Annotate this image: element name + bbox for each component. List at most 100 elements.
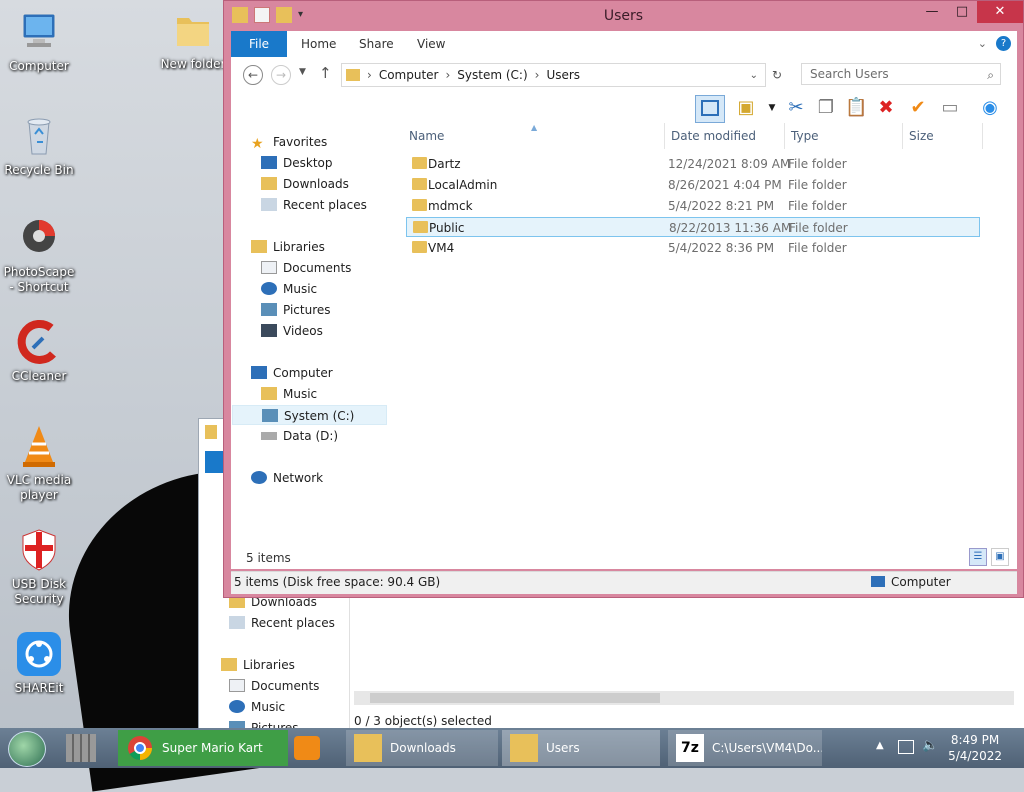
help-icon[interactable]: ? [996, 36, 1011, 51]
file-row-selected[interactable]: Public 8/22/2013 11:36 AM File folder [406, 217, 980, 237]
rename-icon[interactable]: ▭ [939, 97, 961, 119]
nav-label: Downloads [283, 177, 349, 191]
breadcrumb[interactable]: › Computer › System (C:) › Users ⌄ [341, 63, 766, 87]
column-header-type[interactable]: Type [785, 123, 903, 149]
desktop-icon-new-folder[interactable]: New folder [154, 6, 232, 72]
recent-places-icon [261, 198, 277, 211]
show-hidden-icons-icon[interactable]: ▲ [876, 740, 884, 751]
desktop-icon-computer[interactable]: Computer [0, 8, 78, 74]
minimize-button[interactable]: — [917, 1, 947, 23]
breadcrumb-separator[interactable]: › [445, 68, 450, 82]
documents-icon [261, 261, 277, 274]
taskbar-item-chrome[interactable]: Super Mario Kart [118, 730, 288, 766]
volume-muted-icon[interactable]: 🔈 [922, 738, 938, 753]
dropdown-icon[interactable]: ▼ [761, 97, 783, 119]
expand-ribbon-icon[interactable]: ⌄ [978, 37, 987, 50]
details-view-icon[interactable]: ☰ [969, 548, 987, 566]
nav-item-desktop[interactable]: Desktop [261, 153, 333, 173]
media-player-icon[interactable] [294, 736, 320, 760]
file-row[interactable]: VM4 5/4/2022 8:36 PM File folder [406, 238, 980, 258]
system-clock[interactable]: 8:49 PM 5/4/2022 [948, 732, 1002, 764]
desktop-icon-photoscape[interactable]: PhotoScape - Shortcut [0, 214, 78, 295]
tab-file[interactable]: File [231, 31, 287, 57]
taskbar-item-users[interactable]: Users [502, 730, 660, 766]
file-type: File folder [788, 157, 847, 171]
folder-icon [510, 734, 538, 762]
nav-item-libraries[interactable]: Libraries [221, 658, 295, 672]
tab-view[interactable]: View [417, 31, 445, 57]
nav-item-music-computer[interactable]: Music [261, 384, 317, 404]
taskbar-item-downloads[interactable]: Downloads [346, 730, 498, 766]
nav-item-pictures[interactable]: Pictures [261, 300, 331, 320]
breadcrumb-system-c[interactable]: System (C:) [457, 68, 527, 82]
star-icon: ★ [251, 136, 264, 152]
column-header-date-modified[interactable]: Date modified [665, 123, 785, 149]
libraries-icon [251, 240, 267, 253]
tab-share[interactable]: Share [359, 31, 394, 57]
copy-icon[interactable]: ❐ [815, 97, 837, 119]
file-row[interactable]: LocalAdmin 8/26/2021 4:04 PM File folder [406, 175, 980, 195]
search-input[interactable]: Search Users ⌕ [801, 63, 1001, 85]
breadcrumb-separator[interactable]: › [535, 68, 540, 82]
preview-pane-icon[interactable] [695, 95, 725, 123]
folder-options-icon[interactable]: ▣ [735, 97, 757, 119]
recent-locations-icon[interactable]: ▼ [299, 67, 306, 77]
taskbar-item-7zip[interactable]: 7z C:\Users\VM4\Do... [668, 730, 822, 766]
nav-item-system-c[interactable]: System (C:) [232, 405, 387, 425]
explorer-window-users[interactable]: ▾ Users — □ ✕ File Home Share View ⌄ ? ←… [223, 0, 1024, 598]
network-status-icon[interactable] [898, 740, 914, 754]
nav-item-recent-places[interactable]: Recent places [229, 616, 335, 630]
file-row[interactable]: mdmck 5/4/2022 8:21 PM File folder [406, 196, 980, 216]
tab-home[interactable]: Home [301, 31, 336, 57]
cut-icon[interactable]: ✂ [785, 97, 807, 119]
app-launcher-icon[interactable] [66, 734, 96, 762]
breadcrumb-computer[interactable]: Computer [379, 68, 439, 82]
start-button[interactable] [8, 731, 46, 767]
refresh-icon[interactable]: ↻ [767, 65, 787, 85]
nav-item-music[interactable]: Music [261, 279, 317, 299]
paste-icon[interactable]: 📋 [845, 97, 867, 119]
nav-computer[interactable]: Computer [251, 363, 333, 383]
column-header-name[interactable]: Name [403, 123, 665, 149]
photoscape-icon [23, 220, 55, 252]
large-icons-view-icon[interactable]: ▣ [991, 548, 1009, 566]
recycle-bin-icon [27, 118, 51, 155]
forward-button[interactable]: → [271, 65, 291, 85]
nav-item-data-d[interactable]: Data (D:) [261, 426, 338, 446]
nav-network[interactable]: Network [251, 468, 323, 488]
file-row[interactable]: Dartz 12/24/2021 8:09 AM File folder [406, 154, 980, 174]
file-date: 12/24/2021 8:09 AM [668, 157, 791, 171]
nav-item-music[interactable]: Music [229, 700, 285, 714]
address-dropdown-icon[interactable]: ⌄ [750, 70, 758, 81]
scrollbar-thumb[interactable] [370, 693, 660, 703]
file-type: File folder [789, 221, 848, 235]
desktop-icon-recycle-bin[interactable]: Recycle Bin [0, 112, 78, 178]
desktop-icon-ccleaner[interactable]: CCleaner [0, 318, 78, 384]
command-toolbar: ▣ ▼ ✂ ❐ 📋 ✖ ✔ ▭ ◉ [231, 93, 1017, 123]
back-button[interactable]: ← [243, 65, 263, 85]
desktop-icon-vlc[interactable]: VLC media player [0, 422, 78, 503]
delete-icon[interactable]: ✖ [875, 97, 897, 119]
desktop-icon-shareit[interactable]: SHAREit [0, 630, 78, 696]
nav-item-documents[interactable]: Documents [229, 679, 319, 693]
up-button[interactable]: ↑ [319, 64, 332, 82]
horizontal-scrollbar[interactable] [354, 691, 1014, 705]
title-bar[interactable]: ▾ Users — □ ✕ [224, 1, 1023, 31]
file-name: Dartz [428, 157, 461, 171]
breadcrumb-separator[interactable]: › [367, 68, 372, 82]
desktop-icon-usb-security[interactable]: USB Disk Security [0, 526, 78, 607]
select-all-icon[interactable]: ✔ [907, 97, 929, 119]
maximize-button[interactable]: □ [947, 1, 977, 23]
desktop-icon-label: PhotoScape - Shortcut [3, 265, 75, 294]
column-header-size[interactable]: Size [903, 123, 983, 149]
ccleaner-icon [17, 320, 56, 364]
nav-item-recent-places[interactable]: Recent places [261, 195, 367, 215]
nav-libraries[interactable]: Libraries [251, 237, 325, 257]
close-button[interactable]: ✕ [977, 1, 1023, 23]
network-globe-icon[interactable]: ◉ [979, 97, 1001, 119]
breadcrumb-users[interactable]: Users [546, 68, 580, 82]
nav-favorites[interactable]: ★ Favorites [251, 132, 327, 152]
nav-item-documents[interactable]: Documents [261, 258, 351, 278]
nav-item-videos[interactable]: Videos [261, 321, 323, 341]
nav-item-downloads[interactable]: Downloads [261, 174, 349, 194]
